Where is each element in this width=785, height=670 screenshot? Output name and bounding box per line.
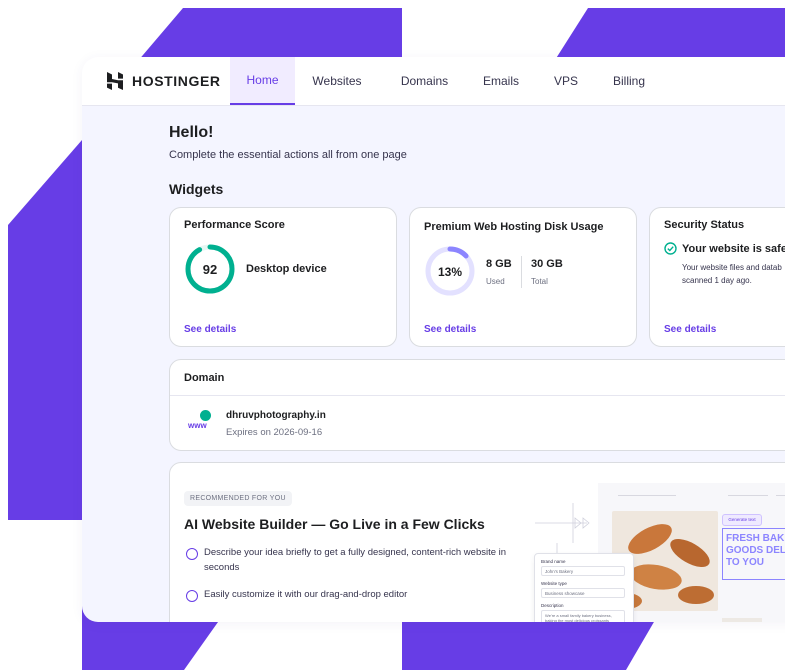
builder-form-panel: Brand name John's Bakery Website type Bu… <box>534 553 634 622</box>
headline-line-3: TO YOU <box>726 557 764 568</box>
preview-thumbnail <box>722 618 762 622</box>
domain-name-link[interactable]: dhruvphotography.in <box>226 410 326 421</box>
greeting-subtitle: Complete the essential actions all from … <box>169 149 407 161</box>
performance-score: 92 <box>203 262 217 277</box>
form-label-brand: Brand name <box>541 559 566 564</box>
disk-usage-gauge: 13% <box>425 246 475 296</box>
performance-gauge: 92 <box>185 244 235 294</box>
disk-usage-percent: 13% <box>438 265 462 279</box>
performance-see-details-link[interactable]: See details <box>184 324 236 335</box>
check-circle-icon <box>664 242 677 255</box>
widgets-heading: Widgets <box>169 181 224 197</box>
check-circle-icon <box>186 590 198 602</box>
disk-see-details-link[interactable]: See details <box>424 324 476 335</box>
nav-tab-websites[interactable]: Websites <box>295 57 379 105</box>
ai-builder-card: RECOMMENDED FOR YOU AI Website Builder —… <box>169 462 785 622</box>
disk-usage-card: Premium Web Hosting Disk Usage 13% 8 GB … <box>409 207 637 347</box>
security-status: Your website is safe <box>682 243 785 255</box>
domain-card: Domain www dhruvphotography.in Expires o… <box>169 359 785 451</box>
security-description-line1: Your website files and datab <box>682 263 782 272</box>
security-description-line2: scanned 1 day ago. <box>682 276 752 285</box>
preview-headline: FRESH BAKED GOODS DELIVE TO YOU <box>722 528 785 580</box>
brand-logo[interactable]: HOSTINGER <box>106 71 221 91</box>
nav-tab-billing[interactable]: Billing <box>600 57 658 105</box>
nav-tab-emails[interactable]: Emails <box>470 57 532 105</box>
form-label-description: Description <box>541 603 564 608</box>
disk-used-value: 8 GB <box>486 258 512 270</box>
domain-divider <box>170 395 785 396</box>
feature-2-text: Easily customize it with our drag-and-dr… <box>204 589 408 600</box>
form-label-type: Website type <box>541 581 567 586</box>
domain-expiry: Expires on 2026-09-16 <box>226 427 323 438</box>
hostinger-logo-icon <box>107 72 123 90</box>
security-title: Security Status <box>664 219 745 231</box>
check-circle-icon <box>186 548 198 560</box>
form-type-select: Business showcase <box>541 588 625 598</box>
disk-used-label: Used <box>486 277 505 286</box>
performance-card: Performance Score 92 Desktop device See … <box>169 207 397 347</box>
feature-1-line1: Describe your idea briefly to get a full… <box>204 547 507 558</box>
security-card: Security Status Your website is safe You… <box>649 207 785 347</box>
disk-usage-title: Premium Web Hosting Disk Usage <box>424 221 604 233</box>
performance-title: Performance Score <box>184 219 285 231</box>
form-description-textarea: We're a small family bakery business, ba… <box>541 610 625 622</box>
nav-tab-vps[interactable]: VPS <box>532 57 600 105</box>
main-nav: Home Websites Domains Emails VPS Billing <box>230 57 658 105</box>
nav-tab-domains[interactable]: Domains <box>379 57 470 105</box>
top-navigation-bar: HOSTINGER Home Websites Domains Emails V… <box>82 57 785 106</box>
performance-device: Desktop device <box>246 263 327 275</box>
brand-name: HOSTINGER <box>132 73 221 89</box>
generate-text-button: Generate text <box>722 514 762 526</box>
disk-total-label: Total <box>531 277 548 286</box>
disk-divider <box>521 256 522 288</box>
ai-builder-title: AI Website Builder — Go Live in a Few Cl… <box>184 516 485 532</box>
feature-1-line2: seconds <box>204 562 240 573</box>
headline-line-1: FRESH BAKED <box>726 533 785 544</box>
form-brand-input: John's Bakery <box>541 566 625 576</box>
headline-line-2: GOODS DELIVE <box>726 545 785 556</box>
nav-tab-home[interactable]: Home <box>230 57 295 105</box>
domain-heading: Domain <box>184 372 225 384</box>
www-globe-icon: www <box>188 410 216 432</box>
disk-total-value: 30 GB <box>531 258 563 270</box>
recommended-badge: RECOMMENDED FOR YOU <box>184 491 292 506</box>
security-see-details-link[interactable]: See details <box>664 324 716 335</box>
dashboard-window: HOSTINGER Home Websites Domains Emails V… <box>82 57 785 622</box>
greeting-title: Hello! <box>169 124 214 141</box>
